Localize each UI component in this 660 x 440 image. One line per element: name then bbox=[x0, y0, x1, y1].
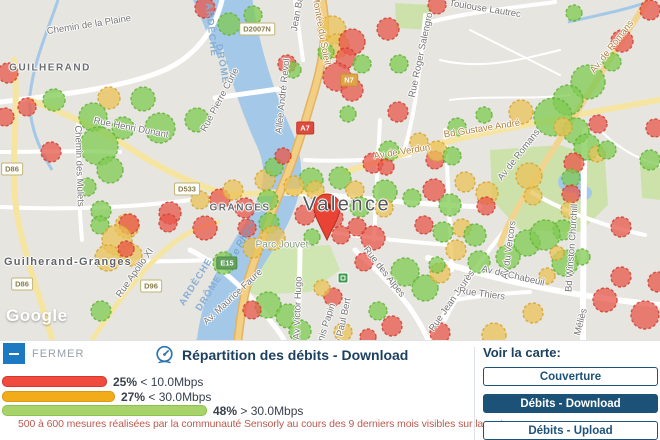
map-type-button-d-bits-upload[interactable]: Débits - Upload bbox=[483, 421, 658, 440]
measurement-dot bbox=[611, 217, 631, 237]
legend-bar bbox=[2, 391, 115, 402]
measurement-dot bbox=[415, 216, 433, 234]
measurement-dot bbox=[91, 301, 111, 321]
measurement-dot bbox=[131, 87, 155, 111]
measurement-dot bbox=[353, 55, 371, 73]
measurement-dot bbox=[388, 102, 408, 122]
measurement-dot bbox=[566, 5, 582, 21]
measurement-dot bbox=[382, 316, 402, 336]
road-badge: N7 bbox=[340, 74, 358, 87]
measurement-dot bbox=[589, 115, 607, 133]
measurement-dot bbox=[41, 142, 61, 162]
legend-label: 25% < 10.0Mbps bbox=[113, 375, 203, 389]
minus-icon bbox=[3, 343, 25, 364]
legend-label: 48% > 30.0Mbps bbox=[213, 404, 303, 418]
results-panel: FERMER Répartition des débits - Download… bbox=[0, 340, 660, 440]
panel-title-block: Répartition des débits - Download bbox=[155, 345, 408, 364]
measurement-dot bbox=[523, 303, 543, 323]
measurement-dot bbox=[377, 18, 399, 40]
measurement-dot bbox=[524, 187, 542, 205]
measurement-dot bbox=[598, 141, 616, 159]
measurement-dot bbox=[284, 176, 304, 196]
map-label: Av Victor Hugo bbox=[291, 276, 304, 339]
sidebar-heading: Voir la carte: bbox=[483, 345, 658, 360]
measurement-dot bbox=[340, 106, 356, 122]
legend-row: 27% < 30.0Mbps bbox=[2, 391, 211, 402]
measurement-dot bbox=[640, 0, 660, 20]
measurement-dot bbox=[554, 118, 572, 136]
road-badge: E15 bbox=[216, 257, 237, 270]
measurement-dot bbox=[439, 194, 461, 216]
measurement-dot bbox=[43, 89, 65, 111]
map-label: GRANGES bbox=[209, 203, 270, 214]
measurements-note: 500 à 600 mesures réalisées par la commu… bbox=[18, 418, 512, 430]
fermer-button[interactable]: FERMER bbox=[3, 343, 84, 364]
measurement-dot bbox=[243, 301, 261, 319]
road-badge: D86 bbox=[11, 278, 33, 291]
measurement-dot bbox=[477, 197, 495, 215]
road-badge: D2007N bbox=[239, 23, 275, 36]
measurement-dot bbox=[275, 148, 291, 164]
map-canvas[interactable]: Chemin de la PlaineGUILHERANDGuilherand-… bbox=[0, 0, 660, 340]
map-type-button-d-bits-download[interactable]: Débits - Download bbox=[483, 394, 658, 413]
legend-bar bbox=[2, 405, 207, 416]
station-icon bbox=[338, 273, 349, 284]
measurement-dot bbox=[361, 226, 385, 250]
map-type-button-couverture[interactable]: Couverture bbox=[483, 367, 658, 386]
legend-row: 48% > 30.0Mbps bbox=[2, 405, 303, 416]
map-label: Valence bbox=[303, 194, 391, 217]
measurement-dot bbox=[218, 13, 240, 35]
legend-row: 25% < 10.0Mbps bbox=[2, 376, 203, 387]
measurement-dot bbox=[223, 180, 243, 200]
measurement-dot bbox=[550, 246, 564, 260]
panel-divider bbox=[474, 347, 475, 440]
measurement-dot bbox=[429, 257, 445, 273]
measurement-dot bbox=[464, 224, 486, 246]
measurement-dot bbox=[593, 288, 617, 312]
panel-title: Répartition des débits - Download bbox=[182, 347, 408, 363]
road-badge: D86 bbox=[1, 163, 23, 176]
measurement-dot bbox=[476, 107, 492, 123]
measurement-dot bbox=[640, 150, 660, 170]
measurement-dot bbox=[455, 172, 475, 192]
measurement-dot bbox=[611, 267, 631, 287]
measurement-dot bbox=[97, 157, 123, 183]
measurement-dot bbox=[193, 216, 217, 240]
map-label: Parc Jouvet bbox=[256, 240, 309, 251]
measurement-dot bbox=[378, 159, 394, 175]
measurement-dot bbox=[403, 189, 421, 207]
measurement-dot bbox=[631, 301, 659, 329]
measurement-dot bbox=[648, 272, 660, 292]
map-label: GUILHERAND bbox=[9, 63, 91, 74]
measurement-dot bbox=[446, 240, 466, 260]
road-badge: D96 bbox=[140, 280, 162, 293]
measurement-dot bbox=[443, 147, 461, 165]
measurement-dot bbox=[118, 241, 134, 257]
measurement-dot bbox=[18, 98, 36, 116]
measurement-dot bbox=[562, 185, 580, 203]
map-type-buttons: Couverture Débits - Download Débits - Uplo… bbox=[483, 367, 658, 440]
measurement-dot bbox=[314, 280, 330, 296]
legend-bar bbox=[2, 376, 107, 387]
measurement-dot bbox=[369, 302, 387, 320]
google-logo[interactable]: Google bbox=[6, 306, 68, 326]
road-badge: D533 bbox=[174, 183, 200, 196]
measurement-dot bbox=[360, 329, 376, 340]
speedtest-map-app: Chemin de la PlaineGUILHERANDGuilherand-… bbox=[0, 0, 660, 440]
gauge-icon bbox=[155, 345, 174, 364]
fermer-label: FERMER bbox=[32, 348, 84, 360]
map-type-sidebar: Voir la carte: Couverture Débits - Downlo… bbox=[483, 345, 658, 440]
legend-label: 27% < 30.0Mbps bbox=[121, 390, 211, 404]
measurement-dot bbox=[159, 214, 177, 232]
measurement-dot bbox=[433, 222, 453, 242]
map-label: Guilherand-Granges bbox=[4, 256, 132, 268]
measurement-dot bbox=[244, 6, 262, 24]
measurement-dot bbox=[332, 226, 350, 244]
measurement-dot bbox=[646, 119, 660, 137]
road-badge: A7 bbox=[296, 122, 314, 135]
measurement-dot bbox=[482, 323, 506, 340]
measurement-dot bbox=[390, 55, 408, 73]
measurement-dot bbox=[0, 108, 14, 126]
measurement-dot bbox=[516, 163, 542, 189]
